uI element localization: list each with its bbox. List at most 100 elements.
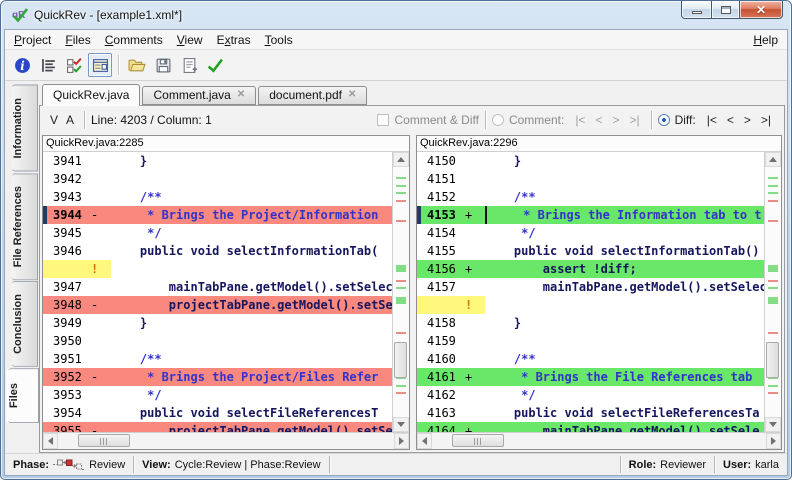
code-line[interactable]: 3955 - projectTabPane.getModel().setSel [43,422,392,432]
diff-nav-next[interactable]: > [739,113,756,127]
comment-list-button[interactable] [36,53,60,77]
horizontal-scrollbar[interactable] [43,432,409,449]
code-line[interactable]: 3950 [43,332,392,350]
line-number: 3946 [53,244,82,258]
code-line[interactable]: 3948- projectTabPane.getModel().setSe [43,296,392,314]
hscroll-track[interactable] [432,433,766,449]
menu-tools[interactable]: Tools [258,31,300,49]
diff-marker [91,188,111,206]
info-button[interactable]: i [10,53,34,77]
menu-extras[interactable]: Extras [210,31,258,49]
code-line[interactable]: 4150 } [417,152,764,170]
minimize-button[interactable] [681,1,711,19]
comment-nav-radio[interactable] [491,113,504,126]
code-line[interactable]: 3952- * Brings the Project/Files Refer [43,368,392,386]
code-line[interactable]: 3945 */ [43,224,392,242]
tab-close-icon[interactable]: ✕ [237,90,245,100]
scroll-right-button[interactable] [394,433,409,449]
scroll-right-button[interactable] [766,433,781,449]
diff-nav-radio[interactable] [657,113,670,126]
code-line[interactable]: 3943 /** [43,188,392,206]
vscroll-thumb[interactable] [394,342,407,378]
diff-nav-first[interactable]: |< [702,113,722,127]
doc-tab-document-pdf[interactable]: document.pdf ✕ [258,86,368,105]
code-line[interactable]: 4164 + mainTabPane.getModel().setSele [417,422,764,432]
code-line[interactable]: 4163 public void selectFileReferencesTa [417,404,764,422]
tab-close-icon[interactable]: ✕ [348,90,356,100]
title-bar[interactable]: qR QuickRev - [example1.xml*] ✕ [1,1,791,29]
vertical-scrollbar[interactable] [764,152,781,432]
file-view-toggle-button[interactable] [88,53,112,77]
scroll-left-button[interactable] [417,433,432,449]
side-tab-information[interactable]: Information [12,85,38,172]
save-button[interactable] [151,53,175,77]
menu-project[interactable]: Project [7,31,58,49]
side-tab-files[interactable]: Files [8,367,39,423]
code-line[interactable]: 3951 /** [43,350,392,368]
comment-nav-next[interactable]: > [607,113,624,127]
arrow-up-icon [397,153,405,162]
code-line[interactable]: 4160 /** [417,350,764,368]
code-line[interactable]: 4161 + * Brings the File References tab [417,368,764,386]
code-line[interactable]: ! [417,296,764,314]
comment-and-diff-checkbox[interactable] [377,113,390,126]
code-line[interactable]: 3941 } [43,152,392,170]
vscroll-track[interactable] [393,167,409,417]
diff-nav-last[interactable]: >| [756,113,776,127]
vscroll-track[interactable] [765,167,781,417]
code-line[interactable]: 4153 + * Brings the Information tab to t [417,206,764,224]
validate-button[interactable] [203,53,227,77]
comment-nav-last[interactable]: >| [624,113,644,127]
menu-comments[interactable]: Comments [98,31,170,49]
comment-nav-first[interactable]: |< [570,113,590,127]
code-line[interactable]: 4151 [417,170,764,188]
code-line[interactable]: 3949 } [43,314,392,332]
code-line[interactable]: 3944- * Brings the Project/Information [43,206,392,224]
scroll-up-button[interactable] [765,152,781,167]
hscroll-thumb[interactable] [78,434,131,447]
code-line[interactable]: 4154 */ [417,224,764,242]
menu-view[interactable]: View [170,31,210,49]
vertical-scrollbar[interactable] [392,152,409,432]
horizontal-scrollbar[interactable] [417,432,781,449]
checklist-button[interactable] [62,53,86,77]
code-line[interactable]: ! [43,260,392,278]
code-line[interactable]: 4152 /** [417,188,764,206]
code-area[interactable]: 3941 } 3942 3943 /** 3944- * Brings the Pro… [43,152,392,432]
scroll-down-button[interactable] [765,417,781,432]
vertical-split-button[interactable]: V [46,111,62,129]
code-line[interactable]: 4158 } [417,314,764,332]
menu-help[interactable]: Help [746,31,785,49]
doc-tab-quickrev-java[interactable]: QuickRev.java [42,84,141,106]
open-file-button[interactable] [125,53,149,77]
scroll-left-button[interactable] [43,433,58,449]
hscroll-track[interactable] [58,433,394,449]
code-line[interactable]: 3942 [43,170,392,188]
code-area[interactable]: 4150 } 4151 4152 /** 4153 + * Brings the Inf… [417,152,764,432]
code-line[interactable]: 3954 public void selectFileReferencesT [43,404,392,422]
scroll-up-button[interactable] [393,152,409,167]
menu-files[interactable]: Files [58,31,97,49]
comment-nav-prev[interactable]: < [590,113,607,127]
code-line[interactable]: 4159 [417,332,764,350]
scroll-down-button[interactable] [393,417,409,432]
code-line[interactable]: 4156 + assert !diff; [417,260,764,278]
code-line[interactable]: 4155 public void selectInformationTab() [417,242,764,260]
side-tab-file-references[interactable]: File References [12,172,38,280]
code-line[interactable]: 3946 public void selectInformationTab( [43,242,392,260]
auto-scroll-button[interactable]: A [62,111,78,129]
code-line[interactable]: 4162 */ [417,386,764,404]
code-line[interactable]: 4157 mainTabPane.getModel().setSelect [417,278,764,296]
diff-marker [465,404,485,422]
code-line[interactable]: 3947 mainTabPane.getModel().setSelec [43,278,392,296]
maximize-button[interactable] [711,1,739,19]
code-line[interactable]: 3953 */ [43,386,392,404]
vscroll-thumb[interactable] [766,342,779,378]
close-button[interactable]: ✕ [739,1,783,19]
side-tab-conclusion[interactable]: Conclusion [12,280,38,367]
hscroll-thumb[interactable] [452,434,505,447]
doc-tab-comment-java[interactable]: Comment.java ✕ [142,86,257,105]
caret-position-status: Line: 4203 / Column: 1 [91,112,212,127]
report-button[interactable] [177,53,201,77]
diff-nav-prev[interactable]: < [722,113,739,127]
